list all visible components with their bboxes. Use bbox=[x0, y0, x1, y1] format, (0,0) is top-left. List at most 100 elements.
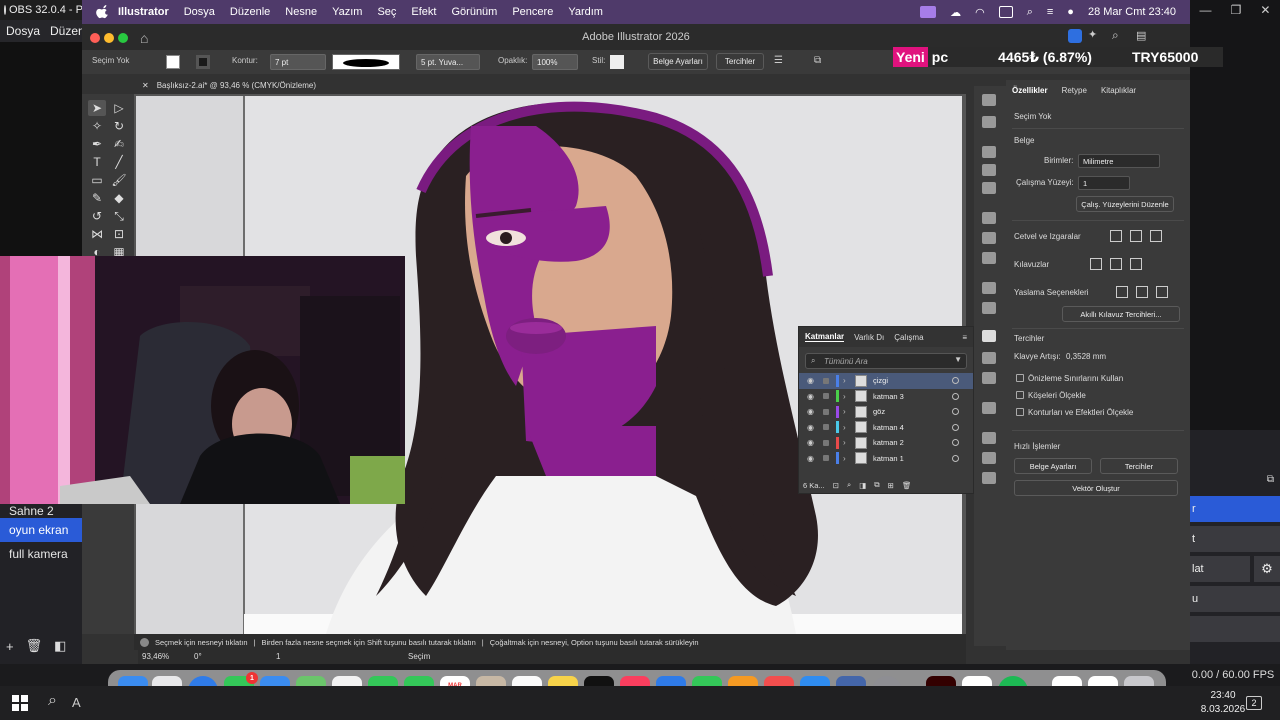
curvature-tool-icon[interactable]: ✍ bbox=[110, 136, 128, 152]
direct-selection-tool-icon[interactable]: ▷ bbox=[110, 100, 128, 116]
obs-control-button-3[interactable]: lat bbox=[1190, 556, 1250, 582]
properties-panel-icon[interactable] bbox=[982, 94, 996, 106]
create-vector-button[interactable]: Vektör Oluştur bbox=[1014, 480, 1178, 496]
tab-layers[interactable]: Katmanlar bbox=[805, 332, 845, 342]
layer-row[interactable]: ◉ › katman 1 bbox=[799, 451, 973, 467]
ai-search-icon[interactable]: ⌕ bbox=[1112, 28, 1119, 43]
locate-object-icon[interactable]: ⌕ bbox=[847, 480, 851, 490]
target-circle-icon[interactable] bbox=[952, 423, 959, 431]
settings-gear-icon[interactable]: ⚙ bbox=[1254, 556, 1280, 582]
align-icon[interactable]: ☰ bbox=[774, 55, 783, 66]
expand-chevron-icon[interactable]: › bbox=[843, 392, 846, 401]
edit-artboards-button[interactable]: Çalış. Yüzeylerini Düzenle bbox=[1076, 196, 1174, 212]
obs-control-button-5[interactable] bbox=[1190, 616, 1280, 642]
menu-duzenle[interactable]: Düzenle bbox=[230, 6, 270, 18]
layer-row[interactable]: ◉ › göz bbox=[799, 404, 973, 420]
screen-share-icon[interactable] bbox=[920, 6, 937, 18]
grid-icon[interactable] bbox=[1130, 230, 1142, 242]
lock-toggle-icon[interactable] bbox=[823, 408, 829, 415]
artboard-number[interactable]: 1 bbox=[276, 652, 280, 661]
eraser-tool-icon[interactable]: ◆ bbox=[110, 190, 128, 206]
sparkle-icon[interactable]: ✦ bbox=[1088, 28, 1097, 41]
menu-efekt[interactable]: Efekt bbox=[411, 6, 436, 18]
libraries-panel-icon[interactable] bbox=[982, 116, 996, 128]
layers-panel-menu-icon[interactable]: ≡ bbox=[962, 333, 967, 342]
taskbar-clock[interactable]: 23:40 8.03.2026 bbox=[1194, 689, 1252, 717]
document-tab[interactable]: ✕ Başlıksız-2.ai* @ 93,46 % (CMYK/Önizle… bbox=[138, 76, 316, 94]
units-select[interactable]: Milimetre bbox=[1078, 154, 1160, 168]
preferences-button[interactable]: Tercihler bbox=[716, 53, 764, 70]
creative-cloud-icon[interactable]: ☁ bbox=[950, 6, 961, 19]
gradient-panel-icon[interactable] bbox=[982, 232, 996, 244]
stroke-swatch[interactable] bbox=[196, 55, 210, 69]
workspace-icon[interactable]: ▤ bbox=[1136, 29, 1146, 42]
target-circle-icon[interactable] bbox=[952, 392, 959, 400]
preview-bounds-checkbox[interactable] bbox=[1016, 374, 1024, 382]
menubar-datetime[interactable]: 28 Mar Cmt 23:40 bbox=[1088, 6, 1176, 18]
layer-row[interactable]: ◉ › çizgi bbox=[799, 373, 973, 389]
maximize-icon[interactable]: ❐ bbox=[1231, 3, 1242, 17]
scale-strokes-checkbox[interactable] bbox=[1016, 408, 1024, 416]
type-tool-icon[interactable]: T bbox=[88, 154, 106, 170]
menu-pencere[interactable]: Pencere bbox=[512, 6, 553, 18]
align-panel-icon[interactable] bbox=[982, 432, 996, 444]
layers-panel-icon[interactable] bbox=[982, 330, 996, 342]
pixel-grid-icon[interactable] bbox=[1150, 230, 1162, 242]
brush-definition-select[interactable]: 5 pt. Yuva... bbox=[416, 54, 480, 70]
opacity-input[interactable]: 100% bbox=[532, 54, 578, 70]
layer-row[interactable]: ◉ › katman 4 bbox=[799, 420, 973, 436]
menu-illustrator[interactable]: Illustrator bbox=[118, 6, 169, 18]
artboard-select[interactable]: 1 bbox=[1078, 176, 1130, 190]
symbols-panel-icon[interactable] bbox=[982, 182, 996, 194]
layer-name[interactable]: katman 3 bbox=[873, 392, 904, 401]
magic-wand-tool-icon[interactable]: ✧ bbox=[88, 118, 106, 134]
filter-icon[interactable]: ▼ bbox=[954, 355, 962, 364]
keyboard-increment-value[interactable]: 0,3528 mm bbox=[1066, 352, 1106, 361]
layers-search-input[interactable]: ⌕ Tümünü Ara ▼ bbox=[805, 353, 967, 369]
menu-gorunum[interactable]: Görünüm bbox=[451, 6, 497, 18]
color-panel-icon[interactable] bbox=[982, 146, 996, 158]
visibility-eye-icon[interactable]: ◉ bbox=[807, 423, 814, 432]
close-icon[interactable]: ✕ bbox=[1260, 3, 1270, 17]
visibility-eye-icon[interactable]: ◉ bbox=[807, 407, 814, 416]
pathfinder-panel-icon[interactable] bbox=[982, 472, 996, 484]
obs-control-button-4[interactable]: u bbox=[1190, 586, 1280, 612]
rectangle-tool-icon[interactable]: ▭ bbox=[88, 172, 106, 188]
tab-asset-export[interactable]: Varlık Dı bbox=[854, 333, 884, 342]
smart-guides-icon[interactable] bbox=[1130, 258, 1142, 270]
target-circle-icon[interactable] bbox=[952, 408, 959, 416]
target-circle-icon[interactable] bbox=[952, 439, 959, 447]
obs-control-button-2[interactable]: t bbox=[1190, 526, 1280, 552]
panel-menu-icon[interactable]: ⧉ bbox=[1267, 474, 1274, 485]
artboards-panel-icon[interactable] bbox=[982, 372, 996, 384]
tab-retype[interactable]: Retype bbox=[1062, 86, 1087, 100]
notification-center-icon[interactable]: 2 bbox=[1246, 696, 1262, 710]
layer-name[interactable]: katman 2 bbox=[873, 438, 904, 447]
minimize-icon[interactable]: — bbox=[1200, 3, 1212, 17]
obs-menu-dosya[interactable]: Dosya bbox=[6, 24, 40, 38]
snap-to-pixel-icon[interactable] bbox=[1156, 286, 1168, 298]
spotlight-search-icon[interactable]: ⌕ bbox=[1027, 6, 1033, 19]
quick-preferences-button[interactable]: Tercihler bbox=[1100, 458, 1178, 474]
lasso-tool-icon[interactable]: ↻ bbox=[110, 118, 128, 134]
zoom-level[interactable]: 93,46% bbox=[142, 652, 169, 661]
make-clipping-mask-icon[interactable]: ◨ bbox=[859, 481, 866, 490]
menu-nesne[interactable]: Nesne bbox=[285, 6, 317, 18]
new-sublayer-icon[interactable]: ⧉ bbox=[874, 480, 879, 490]
obs-menu-duzen[interactable]: Düzen bbox=[50, 24, 82, 38]
lock-toggle-icon[interactable] bbox=[823, 393, 829, 400]
visibility-eye-icon[interactable]: ◉ bbox=[807, 376, 814, 385]
add-scene-icon[interactable]: + bbox=[6, 639, 14, 654]
visibility-eye-icon[interactable]: ◉ bbox=[807, 454, 814, 463]
target-circle-icon[interactable] bbox=[952, 377, 959, 385]
transform-panel-icon[interactable] bbox=[982, 452, 996, 464]
expand-chevron-icon[interactable]: › bbox=[843, 407, 846, 416]
expand-chevron-icon[interactable]: › bbox=[843, 423, 846, 432]
target-circle-icon[interactable] bbox=[952, 454, 959, 462]
swatches-panel-icon[interactable] bbox=[982, 164, 996, 176]
line-tool-icon[interactable]: ╱ bbox=[110, 154, 128, 170]
layer-name[interactable]: çizgi bbox=[873, 376, 888, 385]
menu-yazim[interactable]: Yazım bbox=[332, 6, 362, 18]
appearance-panel-icon[interactable] bbox=[982, 282, 996, 294]
shaper-tool-icon[interactable]: ✎ bbox=[88, 190, 106, 206]
